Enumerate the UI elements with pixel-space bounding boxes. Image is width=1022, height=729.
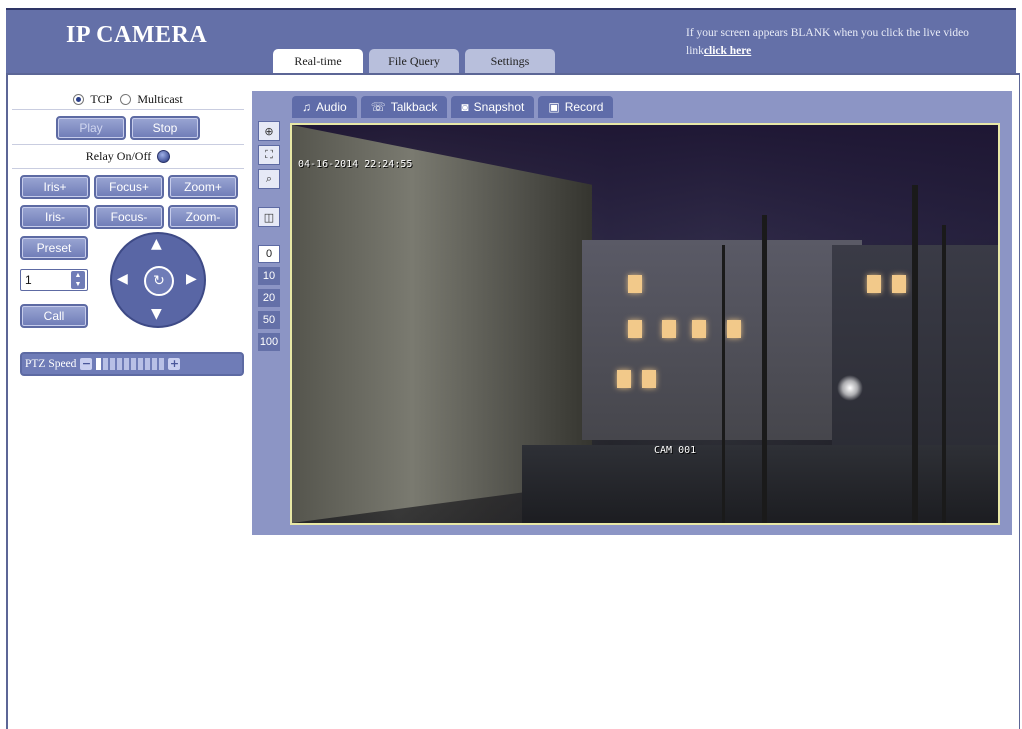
reset-view-icon[interactable]: ◫ [258,207,280,227]
iris-plus-button[interactable]: Iris+ [20,175,90,199]
protocol-selector: TCP Multicast [12,90,244,110]
tcp-label: TCP [90,92,113,106]
stepper-arrows-icon[interactable]: ▲ ▼ [71,271,85,289]
iris-minus-button[interactable]: Iris- [20,205,90,229]
relay-label: Relay On/Off [85,149,152,163]
speed-bar-segment[interactable] [152,358,158,370]
preset-stepper[interactable]: 1 ▲ ▼ [20,269,88,291]
zoom-level-10[interactable]: 10 [258,267,280,285]
lens-row-plus: Iris+ Focus+ Zoom+ [20,175,244,199]
blank-screen-notice: If your screen appears BLANK when you cl… [686,24,1006,60]
app-logo: IP CAMERA [66,22,208,48]
speed-bar-segment[interactable] [145,358,151,370]
ptz-left-icon[interactable]: ◀ [117,271,128,287]
music-note-icon: ♫ [302,100,311,114]
ptz-auto-icon[interactable]: ↻ [144,266,174,296]
video-panel: ♫ Audio ☏ Talkback ◙ Snapshot ▣ Record ⊕ ⛶ ⌕… [252,91,1012,535]
speed-slider[interactable] [96,358,165,370]
speed-bar-segment[interactable] [159,358,165,370]
preset-value: 1 [25,273,32,287]
lit-window [692,320,706,338]
focus-plus-button[interactable]: Focus+ [94,175,164,199]
lit-window [727,320,741,338]
talkback-label: Talkback [390,100,438,114]
zoom-plus-button[interactable]: Zoom+ [168,175,238,199]
tab-settings[interactable]: Settings [465,49,555,73]
zoom-level-20[interactable]: 20 [258,289,280,307]
lit-window [867,275,881,293]
ptz-speed-control: PTZ Speed − + [20,352,244,376]
snapshot-tab[interactable]: ◙ Snapshot [451,96,535,118]
ptz-down-icon[interactable]: ▼ [151,306,162,322]
lit-window [642,370,656,388]
tree-trunk [942,225,946,523]
ptz-up-icon[interactable]: ▲ [151,236,162,252]
record-icon: ▣ [548,100,560,114]
video-tabs: ♫ Audio ☏ Talkback ◙ Snapshot ▣ Record [292,96,614,118]
lit-window [662,320,676,338]
tab-real-time[interactable]: Real-time [273,49,363,73]
tree-trunk [762,215,767,523]
lit-window [628,275,642,293]
speed-bar-segment[interactable] [131,358,137,370]
tree-trunk [912,185,918,523]
video-scene-ground [522,445,998,523]
street-lamp-glow [837,375,863,401]
speed-bar-segment[interactable] [138,358,144,370]
talk-icon: ☏ [370,100,386,114]
video-toolbar: ⊕ ⛶ ⌕ ◫ 0 10 20 50 100 [258,121,282,535]
snapshot-label: Snapshot [473,100,525,114]
call-button[interactable]: Call [20,304,88,328]
lit-window [617,370,631,388]
ptz-dpad: ▲ ▼ ◀ ▶ ↻ [110,232,206,328]
ptz-speed-label: PTZ Speed [25,358,77,370]
camera-label: CAM 001 [654,445,697,456]
play-controls: Play Stop [12,116,244,145]
lit-window [628,320,642,338]
camera-icon: ◙ [461,100,469,114]
zoom-in-icon[interactable]: ⊕ [258,121,280,141]
audio-label: Audio [316,100,347,114]
ptz-area: Preset 1 ▲ ▼ Call ▲ ▼ ◀ ▶ ↻ [12,232,244,341]
click-here-link[interactable]: click here [704,45,751,57]
header-bar: IP CAMERA If your screen appears BLANK w… [6,8,1016,73]
relay-toggle[interactable] [157,150,171,163]
fullscreen-icon[interactable]: ⛶ [258,145,280,165]
stop-button[interactable]: Stop [130,116,200,140]
zoom-minus-button[interactable]: Zoom- [168,205,238,229]
speed-bar-segment[interactable] [103,358,109,370]
zoom-level-100[interactable]: 100 [258,333,280,351]
live-video[interactable]: 04-16-2014 22:24:55 CAM 001 [290,123,1000,525]
control-panel: TCP Multicast Play Stop Relay On/Off Iri… [12,90,244,341]
speed-bar-segment[interactable] [124,358,130,370]
multicast-label: Multicast [137,92,183,106]
main-tabs: Real-time File Query Settings [273,49,555,73]
lens-row-minus: Iris- Focus- Zoom- [20,205,244,229]
tab-file-query[interactable]: File Query [369,49,459,73]
preset-button[interactable]: Preset [20,236,88,260]
record-tab[interactable]: ▣ Record [538,96,614,118]
tcp-radio[interactable] [73,94,85,105]
speed-plus-icon[interactable]: + [168,358,181,370]
speed-bar-segment[interactable] [96,358,102,370]
focus-minus-button[interactable]: Focus- [94,205,164,229]
multicast-radio[interactable] [120,94,132,105]
toolbar-spacer-2 [258,231,282,245]
lit-window [892,275,906,293]
speed-bar-segment[interactable] [117,358,123,370]
zoom-area-icon[interactable]: ⌕ [258,169,280,189]
speed-bar-segment[interactable] [110,358,116,370]
record-label: Record [564,100,604,114]
talkback-tab[interactable]: ☏ Talkback [360,96,448,118]
video-timestamp: 04-16-2014 22:24:55 [298,159,413,170]
zoom-level-0[interactable]: 0 [258,245,280,263]
zoom-level-50[interactable]: 50 [258,311,280,329]
ptz-right-icon[interactable]: ▶ [186,271,197,287]
audio-tab[interactable]: ♫ Audio [292,96,357,118]
tree-trunk [722,245,725,523]
play-button[interactable]: Play [56,116,126,140]
speed-minus-icon[interactable]: − [80,358,93,370]
relay-control: Relay On/Off [12,145,244,169]
